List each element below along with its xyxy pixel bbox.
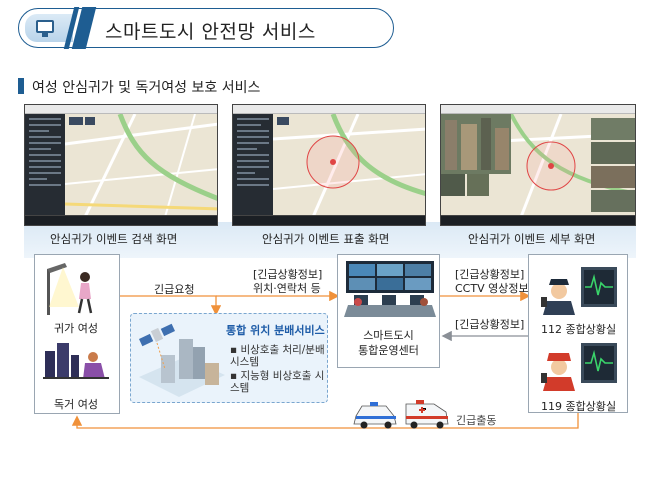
dispatch-arrow [71, 413, 579, 429]
service-title: 통합 위치 분배서비스 [226, 324, 325, 337]
dispatch-label: 긴급출동 [456, 414, 497, 427]
emergency-info-1-detail: 위치·연락처 등 [253, 282, 321, 295]
police-room-label: 112 종합상황실 [541, 323, 617, 336]
ambulance-icon [405, 400, 449, 429]
emergency-info-2-detail: CCTV 영상정보 [455, 282, 529, 295]
walking-woman-icon [47, 263, 93, 315]
emergency-info-3-title: [긴급상황정보] [455, 318, 525, 331]
fire-room-label: 119 종합상황실 [541, 400, 617, 413]
service-item-2: ▪ 지능형 비상호출 시스템 [230, 370, 325, 394]
flow-lines [71, 290, 579, 429]
alone-woman-label: 독거 여성 [54, 398, 98, 411]
service-item-1: ▪ 비상호출 처리/분배 시스템 [230, 344, 325, 368]
request-label: 긴급요청 [154, 283, 195, 296]
alone-woman-icon [43, 343, 109, 379]
police-officer-icon [541, 267, 617, 315]
center-label-2: 통합운영센터 [358, 344, 419, 357]
emergency-vehicles-icon [353, 400, 449, 429]
center-label-1: 스마트도시 [363, 329, 414, 342]
firefighter-icon [541, 343, 617, 391]
police-car-icon [353, 402, 397, 429]
request-arrow [120, 295, 222, 316]
returning-woman-label: 귀가 여성 [54, 322, 98, 335]
city-satellite-icon [138, 323, 225, 397]
location-service-box: 통합 위치 분배서비스 ▪ 비상호출 처리/분배 시스템 ▪ 지능형 비상호출 … [130, 313, 328, 403]
